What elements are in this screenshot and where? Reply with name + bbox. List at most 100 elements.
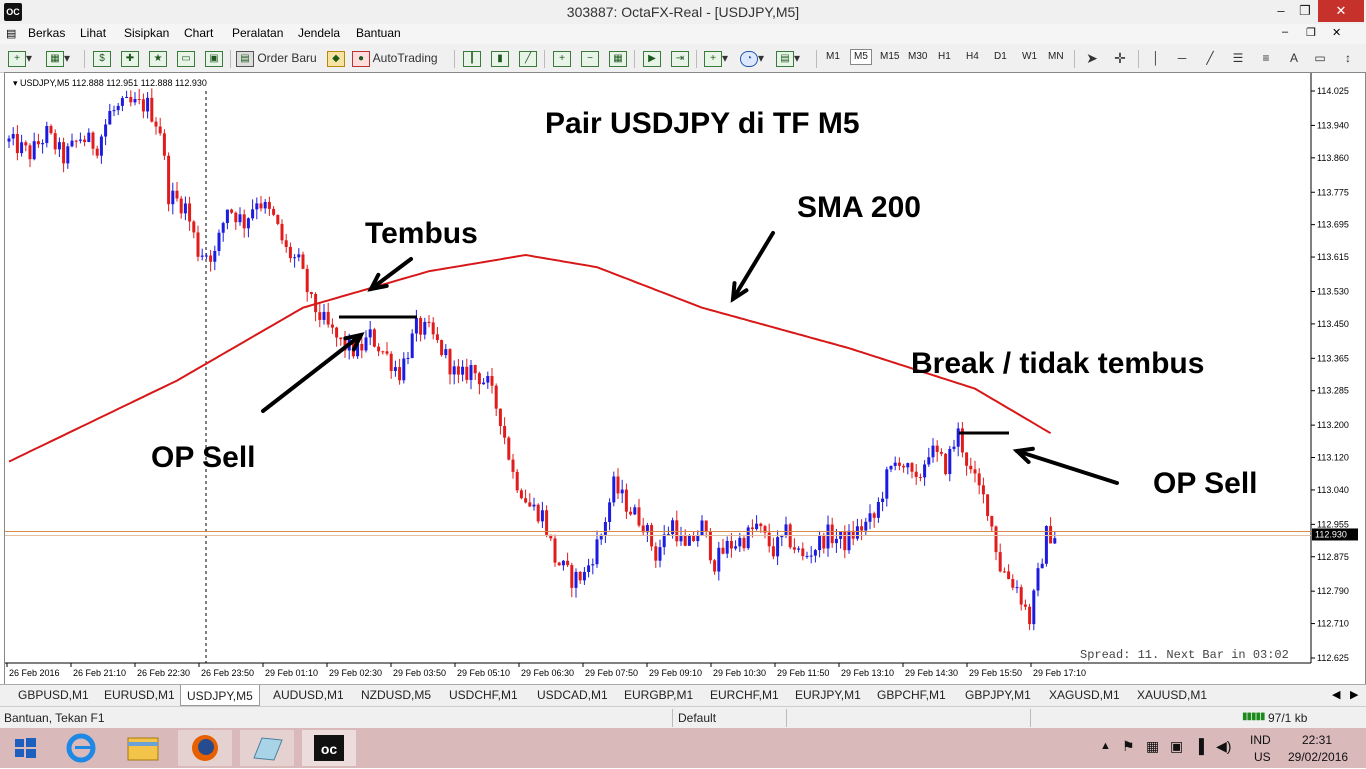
tf-m5-button[interactable]: M5	[850, 49, 872, 65]
tab-gbpchf-m1[interactable]: GBPCHF,M1	[877, 688, 946, 702]
data-window-button[interactable]: ✚	[120, 48, 140, 68]
zoom-out-button[interactable]: −	[580, 48, 600, 68]
candle-body	[524, 498, 528, 503]
candle-body	[662, 534, 666, 548]
text-tool-button[interactable]: A	[1284, 48, 1304, 68]
start-button[interactable]	[0, 730, 50, 766]
tf-d1-button[interactable]: D1	[994, 51, 1007, 62]
restore-button[interactable]: ❐	[1294, 0, 1316, 22]
menu-jendela[interactable]: Jendela	[298, 26, 340, 40]
periods-button[interactable]: ◔ ▾	[740, 48, 764, 68]
tf-h4-button[interactable]: H4	[966, 51, 979, 62]
market-watch-button[interactable]: $	[92, 48, 112, 68]
child-restore-icon[interactable]: ❐	[1306, 26, 1316, 39]
crosshair-tool-button[interactable]: ✛	[1110, 48, 1130, 68]
chart-window[interactable]: 114.025 113.940 113.860 113.775 113.695 113.6…	[4, 72, 1366, 686]
octafx-taskbar-button[interactable]: oc	[302, 730, 356, 766]
menu-lihat[interactable]: Lihat	[80, 26, 106, 40]
network-icon[interactable]: ▦	[1146, 738, 1159, 755]
chart-shift-button[interactable]: ⇥	[670, 48, 690, 68]
menu-sisipkan[interactable]: Sisipkan	[124, 26, 169, 40]
doc-icon[interactable]: ▤	[6, 27, 16, 40]
firefox-taskbar-button[interactable]	[178, 730, 232, 766]
tab-nzdusd-m5[interactable]: NZDUSD,M5	[361, 688, 431, 702]
tf-m15-button[interactable]: M15	[880, 51, 899, 62]
tray-language[interactable]: IND	[1250, 733, 1271, 747]
more-tools-button[interactable]: ↕	[1338, 48, 1358, 68]
candle-body	[742, 537, 746, 549]
flag-icon[interactable]: ⚑	[1122, 738, 1135, 755]
templates-button[interactable]: ▤ ▾	[776, 48, 800, 68]
auto-scroll-button[interactable]: ▶	[642, 48, 662, 68]
navigator-button[interactable]: ★	[148, 48, 168, 68]
zoom-in-button[interactable]: +	[552, 48, 572, 68]
candle-body	[939, 452, 943, 454]
volume-icon[interactable]: ◀)	[1216, 738, 1231, 755]
tester-button[interactable]: ▣	[204, 48, 224, 68]
candle-body	[574, 571, 578, 588]
tab-audusd-m1[interactable]: AUDUSD,M1	[273, 688, 344, 702]
notes-taskbar-button[interactable]	[240, 730, 294, 766]
profiles-button[interactable]: ▦ ▾	[46, 48, 70, 68]
autotrading-button[interactable]: ● AutoTrading	[352, 48, 438, 68]
tab-scroll-left-icon[interactable]: ◀	[1332, 688, 1340, 701]
candle-body	[234, 212, 238, 223]
candle-body	[251, 209, 255, 219]
bar-chart-button[interactable]: ┃	[462, 48, 482, 68]
tab-usdjpy-m5[interactable]: USDJPY,M5	[180, 685, 260, 706]
tray-time[interactable]: 22:31	[1302, 733, 1332, 747]
child-minimize-icon[interactable]: –	[1282, 26, 1288, 38]
tray-expand-icon[interactable]: ▲	[1100, 740, 1111, 752]
candle-body	[381, 351, 385, 353]
action-center-icon[interactable]: ▣	[1170, 738, 1183, 755]
line-chart-button[interactable]: ╱	[518, 48, 538, 68]
tray-date[interactable]: 29/02/2016	[1288, 750, 1348, 764]
menu-bantuan[interactable]: Bantuan	[356, 26, 401, 40]
new-chart-button[interactable]: + ▾	[8, 48, 32, 68]
y-tick-label: 112.875	[1317, 552, 1349, 562]
tab-eurusd-m1[interactable]: EURUSD,M1	[104, 688, 175, 702]
tab-eurgbp-m1[interactable]: EURGBP,M1	[624, 688, 693, 702]
close-button[interactable]: ✕	[1318, 0, 1364, 22]
tab-xagusd-m1[interactable]: XAGUSD,M1	[1049, 688, 1120, 702]
signal-icon[interactable]: ▐	[1194, 738, 1204, 754]
menu-berkas[interactable]: Berkas	[28, 26, 65, 40]
annotation-op-sell-left: OP Sell	[151, 441, 256, 474]
metaeditor-button[interactable]: ◆	[326, 48, 346, 68]
tab-gbpusd-m1[interactable]: GBPUSD,M1	[18, 688, 89, 702]
vertical-line-button[interactable]: │	[1146, 48, 1166, 68]
tab-usdchf-m1[interactable]: USDCHF,M1	[449, 688, 518, 702]
tab-eurchf-m1[interactable]: EURCHF,M1	[710, 688, 779, 702]
cursor-tool-button[interactable]: ➤	[1082, 48, 1102, 68]
indicators-button[interactable]: + ▾	[704, 48, 728, 68]
menu-peralatan[interactable]: Peralatan	[232, 26, 283, 40]
tf-mn-button[interactable]: MN	[1048, 51, 1064, 62]
tf-h1-button[interactable]: H1	[938, 51, 951, 62]
tf-m30-button[interactable]: M30	[908, 51, 927, 62]
tab-xauusd-m1[interactable]: XAUUSD,M1	[1137, 688, 1207, 702]
menu-chart[interactable]: Chart	[184, 26, 213, 40]
tab-gbpjpy-m1[interactable]: GBPJPY,M1	[965, 688, 1031, 702]
tray-layout[interactable]: US	[1254, 750, 1271, 764]
child-close-icon[interactable]: ✕	[1332, 26, 1341, 39]
horizontal-line-button[interactable]: ─	[1172, 48, 1192, 68]
tab-scroll-right-icon[interactable]: ▶	[1350, 688, 1358, 701]
x-tick-label: 29 Feb 02:30	[329, 668, 382, 678]
tf-w1-button[interactable]: W1	[1022, 51, 1037, 62]
candlestick-button[interactable]: ▮	[490, 48, 510, 68]
ie-taskbar-button[interactable]	[54, 730, 108, 766]
label-tool-button[interactable]: ▭	[1310, 48, 1330, 68]
tf-m1-button[interactable]: M1	[826, 51, 840, 62]
channel-button[interactable]: ☰	[1228, 48, 1248, 68]
explorer-taskbar-button[interactable]	[116, 730, 170, 766]
candle-body	[923, 464, 927, 478]
terminal-button[interactable]: ▭	[176, 48, 196, 68]
candle-body	[507, 437, 511, 460]
new-order-button[interactable]: ▤ Order Baru	[236, 48, 317, 68]
tab-usdcad-m1[interactable]: USDCAD,M1	[537, 688, 608, 702]
minimize-button[interactable]: –	[1270, 0, 1292, 22]
fibonacci-button[interactable]: ≡	[1256, 48, 1276, 68]
tile-windows-button[interactable]: ▦	[608, 48, 628, 68]
trendline-button[interactable]: ╱	[1200, 48, 1220, 68]
tab-eurjpy-m1[interactable]: EURJPY,M1	[795, 688, 861, 702]
